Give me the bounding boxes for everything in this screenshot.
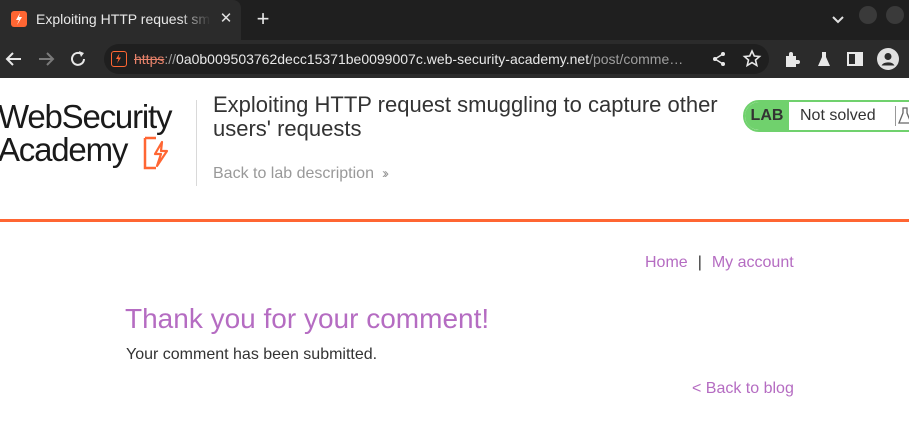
share-icon[interactable] (707, 47, 731, 71)
back-to-blog-link[interactable]: < Back to blog (692, 380, 794, 398)
browser-tab-strip: Exploiting HTTP request smuggling to cap… (0, 0, 909, 40)
tab-title: Exploiting HTTP request smuggling to cap… (36, 11, 211, 27)
new-tab-button[interactable]: + (251, 7, 275, 31)
nav-separator: | (697, 254, 702, 271)
confirmation-heading: Thank you for your comment! (125, 303, 490, 334)
web-security-academy-logo[interactable]: WebSecurity Academy (0, 98, 195, 170)
lab-label: LAB (745, 102, 789, 130)
profile-avatar-icon[interactable] (876, 47, 900, 71)
extensions-puzzle-icon[interactable] (780, 47, 804, 71)
header-divider (196, 100, 197, 186)
tab-close-icon[interactable]: ✕ (216, 9, 236, 29)
forward-arrow-icon[interactable] (34, 47, 58, 71)
lab-title: Exploiting HTTP request smuggling to cap… (213, 92, 718, 141)
academy-bolt-icon (142, 136, 174, 170)
bookmark-star-icon[interactable] (740, 47, 764, 71)
lab-status-text: Not solved (800, 107, 876, 124)
lab-flask-icon[interactable] (812, 47, 836, 71)
portswigger-favicon-icon (11, 11, 27, 27)
lab-flask-status-icon (895, 106, 909, 126)
browser-tab[interactable]: Exploiting HTTP request smuggling to cap… (0, 0, 241, 40)
minimize-button[interactable] (859, 6, 877, 24)
site-nav: Home | My account (645, 254, 794, 272)
url-text[interactable]: https://0a0b009503762decc15371be0099007c… (134, 51, 699, 67)
back-arrow-icon[interactable] (2, 47, 26, 71)
tab-search-chevron-icon[interactable] (829, 9, 847, 29)
browser-toolbar: https://0a0b009503762decc15371be0099007c… (0, 40, 909, 78)
lab-header: WebSecurity Academy Exploiting HTTP requ… (0, 78, 909, 222)
logo-line-2: Academy (0, 131, 128, 168)
maximize-button[interactable] (886, 6, 904, 24)
nav-my-account-link[interactable]: My account (712, 254, 794, 271)
nav-home-link[interactable]: Home (645, 254, 688, 271)
reload-icon[interactable] (66, 47, 90, 71)
side-panel-icon[interactable] (843, 47, 867, 71)
lab-status-badge: LAB Not solved (743, 100, 909, 132)
back-to-lab-description-link[interactable]: Back to lab description ›› (213, 165, 389, 183)
double-chevron-right-icon: ›› (381, 165, 389, 182)
address-bar[interactable]: https://0a0b009503762decc15371be0099007c… (104, 44, 769, 74)
confirmation-message: Your comment has been submitted. (126, 346, 378, 363)
site-info-icon[interactable] (111, 51, 127, 67)
